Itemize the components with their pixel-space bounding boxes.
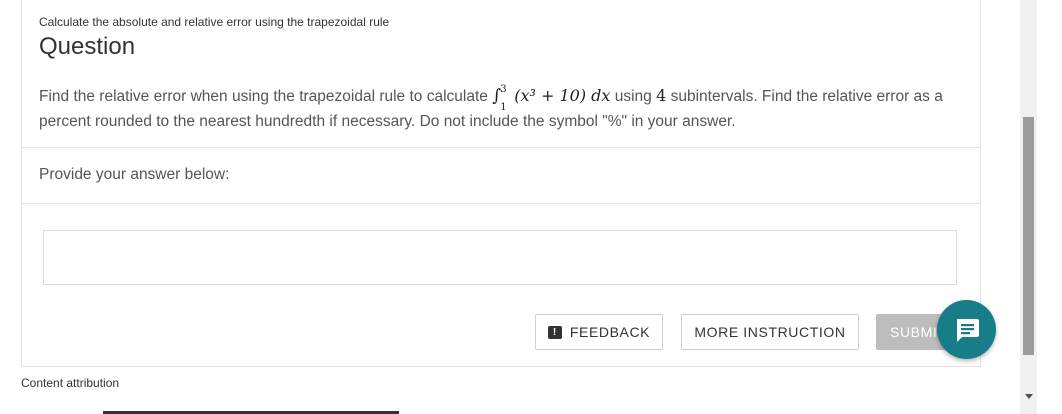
answer-input[interactable] — [43, 230, 957, 285]
answer-prompt: Provide your answer below: — [39, 166, 230, 183]
divider — [22, 147, 980, 148]
subinterval-count: 4 — [656, 86, 667, 105]
scroll-down-arrow-icon[interactable] — [1025, 394, 1033, 399]
feedback-exclamation-icon: ! — [547, 325, 562, 339]
content-attribution-link[interactable]: Content attribution — [21, 376, 119, 390]
chat-button[interactable] — [937, 300, 996, 359]
chat-message-icon — [956, 318, 979, 342]
feedback-button[interactable]: ! FEEDBACK — [535, 314, 663, 350]
question-text-middle: using — [614, 88, 652, 105]
scrollbar[interactable] — [1020, 0, 1037, 414]
more-instruction-label: MORE INSTRUCTION — [694, 324, 846, 340]
integrand: (x³ + 10) dx — [514, 86, 611, 105]
breadcrumb: Calculate the absolute and relative erro… — [39, 15, 390, 29]
question-text-before: Find the relative error when using the t… — [39, 88, 488, 105]
integral-expression: ∫ 3 1 (x³ + 10) dx — [492, 84, 611, 113]
scrollbar-thumb[interactable] — [1023, 117, 1034, 355]
integral-lower-bound: 1 — [500, 102, 507, 113]
page-title: Question — [39, 33, 136, 60]
more-instruction-button[interactable]: MORE INSTRUCTION — [681, 314, 859, 350]
question-card: Calculate the absolute and relative erro… — [21, 0, 981, 367]
question-text: Find the relative error when using the t… — [39, 83, 964, 134]
divider — [22, 203, 980, 204]
feedback-button-label: FEEDBACK — [569, 324, 651, 340]
